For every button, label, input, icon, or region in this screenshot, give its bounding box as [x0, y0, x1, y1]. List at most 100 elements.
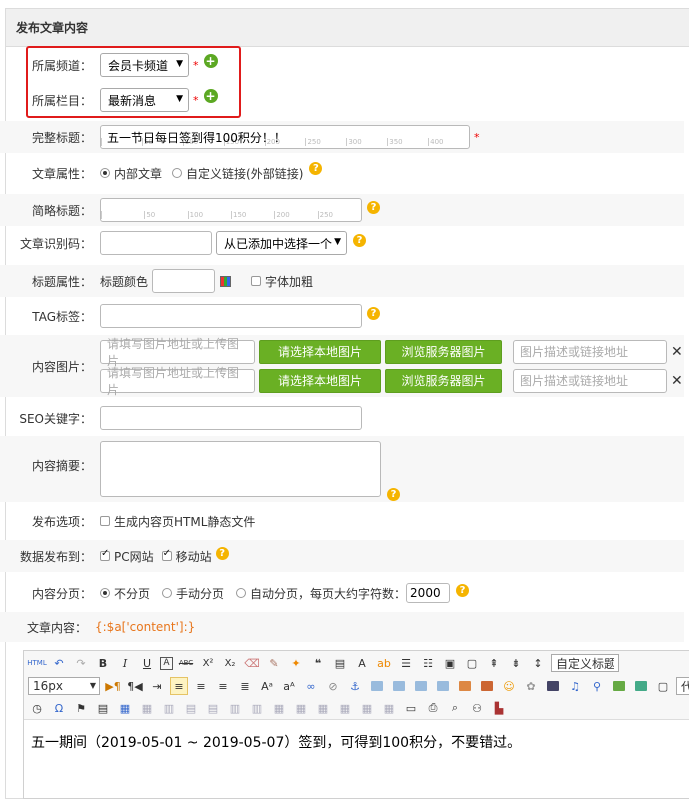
title-color-input[interactable]	[152, 269, 216, 293]
help-icon[interactable]: ?	[215, 546, 229, 560]
auto-format-icon[interactable]: ✦	[287, 654, 305, 672]
link-icon[interactable]: ∞	[302, 677, 320, 695]
insert-video-icon[interactable]	[544, 677, 562, 695]
search-replace-icon[interactable]: ⚑	[72, 699, 90, 717]
image-url-input[interactable]: 请填写图片地址或上传图片	[100, 337, 255, 368]
row-spacing-bottom-icon[interactable]: ⇟	[507, 654, 525, 672]
align-left-icon[interactable]: ≡	[170, 677, 188, 695]
special-chars-icon[interactable]: Ω	[50, 699, 68, 717]
insert-image-icon[interactable]	[456, 677, 474, 695]
align-justify-icon[interactable]: ≣	[236, 677, 254, 695]
heading-select[interactable]: 自定义标题	[551, 654, 619, 672]
radio-manual-pagination[interactable]	[162, 588, 173, 598]
help-icon[interactable]: ?	[367, 306, 380, 320]
delete-icon[interactable]: ✕	[671, 344, 683, 360]
merge-down-icon[interactable]: ▦	[314, 699, 332, 717]
short-title-input[interactable]: 50 100 150 200 250	[100, 198, 362, 222]
font-size-select[interactable]: 16px ▼	[28, 677, 100, 695]
blockquote-icon[interactable]: ❝	[309, 654, 327, 672]
direction-rtl-icon[interactable]: ¶◀	[126, 677, 144, 695]
help-icon[interactable]: ?	[387, 488, 400, 501]
highlight-color-icon[interactable]: ab	[375, 654, 393, 672]
direction-ltr-icon[interactable]: ▶¶	[104, 677, 122, 695]
date-time-icon[interactable]: ◷	[28, 699, 46, 717]
static-html-checkbox[interactable]	[100, 516, 110, 526]
radio-internal-article[interactable]	[100, 168, 110, 178]
eraser-icon[interactable]: ⌫	[243, 654, 261, 672]
subscript-icon[interactable]: X₂	[221, 654, 239, 672]
template-icon[interactable]: ▤	[94, 699, 112, 717]
channel-select[interactable]: 会员卡频道 ▼	[100, 53, 189, 77]
image-none-icon[interactable]	[368, 677, 386, 695]
attachment-icon[interactable]: ⚲	[588, 677, 606, 695]
underline-icon[interactable]: U	[138, 654, 156, 672]
server-image-button[interactable]: 浏览服务器图片	[385, 368, 502, 393]
merge-right-icon[interactable]: ▦	[292, 699, 310, 717]
format-brush-icon[interactable]: ✎	[265, 654, 283, 672]
unordered-list-icon[interactable]: ☷	[419, 654, 437, 672]
row-spacing-top-icon[interactable]: ⇞	[485, 654, 503, 672]
font-color-icon[interactable]: A	[353, 654, 371, 672]
font-border-icon[interactable]: A	[160, 656, 173, 670]
image-left-icon[interactable]	[390, 677, 408, 695]
anchor-icon[interactable]: ⚓	[346, 677, 364, 695]
italic-icon[interactable]: I	[116, 654, 134, 672]
delete-row-icon[interactable]: ▤	[204, 699, 222, 717]
column-select[interactable]: 最新消息 ▼	[100, 88, 189, 112]
insert-row-icon[interactable]: ▤	[182, 699, 200, 717]
unlink-icon[interactable]: ⊘	[324, 677, 342, 695]
clear-doc-icon[interactable]: ▢	[463, 654, 481, 672]
image-url-input[interactable]: 请填写图片地址或上传图片	[100, 366, 255, 397]
line-height-icon[interactable]: ↕	[529, 654, 547, 672]
add-channel-icon[interactable]: +	[203, 54, 218, 68]
bold-checkbox[interactable]	[251, 276, 262, 286]
insert-frame-icon[interactable]: ▢	[654, 677, 672, 695]
ordered-list-icon[interactable]: ☰	[397, 654, 415, 672]
identifier-select[interactable]: 从已添加中选择一个 ▼	[216, 231, 347, 255]
summary-textarea[interactable]	[100, 441, 381, 497]
indent-icon[interactable]: ⇥	[148, 677, 166, 695]
split-rows-icon[interactable]: ▦	[358, 699, 376, 717]
help-icon[interactable]: ?	[456, 583, 470, 597]
html-source-icon[interactable]: HTML	[27, 654, 46, 672]
pc-checkbox[interactable]	[100, 548, 110, 561]
emotion-icon[interactable]: ☺	[500, 677, 518, 695]
identifier-input[interactable]	[100, 231, 212, 255]
superscript-icon[interactable]: X²	[199, 654, 217, 672]
align-right-icon[interactable]: ≡	[214, 677, 232, 695]
tags-input[interactable]	[100, 304, 362, 328]
mobile-checkbox[interactable]	[161, 548, 172, 561]
seo-keywords-input[interactable]	[100, 406, 362, 430]
delete-col-icon[interactable]: ▥	[248, 699, 266, 717]
full-title-input[interactable]: 五一节日每日签到得100积分！！ 50 100 150 200 250 300 350 400	[100, 125, 470, 149]
preview-icon[interactable]: ⌕	[446, 699, 464, 717]
code-select[interactable]: 代码	[676, 677, 689, 695]
add-column-icon[interactable]: +	[203, 89, 218, 103]
to-upper-icon[interactable]: Aᵃ	[258, 677, 276, 695]
paste-plain-icon[interactable]: ▤	[331, 654, 349, 672]
image-right-icon[interactable]	[412, 677, 430, 695]
delete-table-icon[interactable]: ▦	[138, 699, 156, 717]
delete-icon[interactable]: ✕	[671, 373, 683, 389]
help-icon[interactable]: ?	[309, 161, 323, 175]
insert-table-icon[interactable]: ▦	[116, 699, 134, 717]
image-center-icon[interactable]	[434, 677, 452, 695]
map-icon[interactable]	[610, 677, 628, 695]
chars-per-page-input[interactable]: 2000	[406, 583, 451, 603]
page-break-icon[interactable]: ▭	[402, 699, 420, 717]
split-cells-icon[interactable]: ▦	[336, 699, 354, 717]
to-lower-icon[interactable]: aᴬ	[280, 677, 298, 695]
insert-col-icon[interactable]: ▥	[226, 699, 244, 717]
local-image-button[interactable]: 请选择本地图片	[259, 368, 381, 393]
music-icon[interactable]: ♫	[566, 677, 584, 695]
redo-icon[interactable]: ↷	[72, 654, 90, 672]
radio-auto-pagination[interactable]	[236, 588, 247, 598]
radio-no-pagination[interactable]	[100, 588, 110, 598]
scrawl-icon[interactable]: ✿	[522, 677, 540, 695]
multi-image-icon[interactable]	[478, 677, 496, 695]
merge-cells-icon[interactable]: ▦	[270, 699, 288, 717]
gmap-icon[interactable]	[632, 677, 650, 695]
help-icon[interactable]: ?	[353, 233, 366, 247]
image-desc-input[interactable]: 图片描述或链接地址	[513, 339, 667, 364]
split-cols-icon[interactable]: ▦	[380, 699, 398, 717]
